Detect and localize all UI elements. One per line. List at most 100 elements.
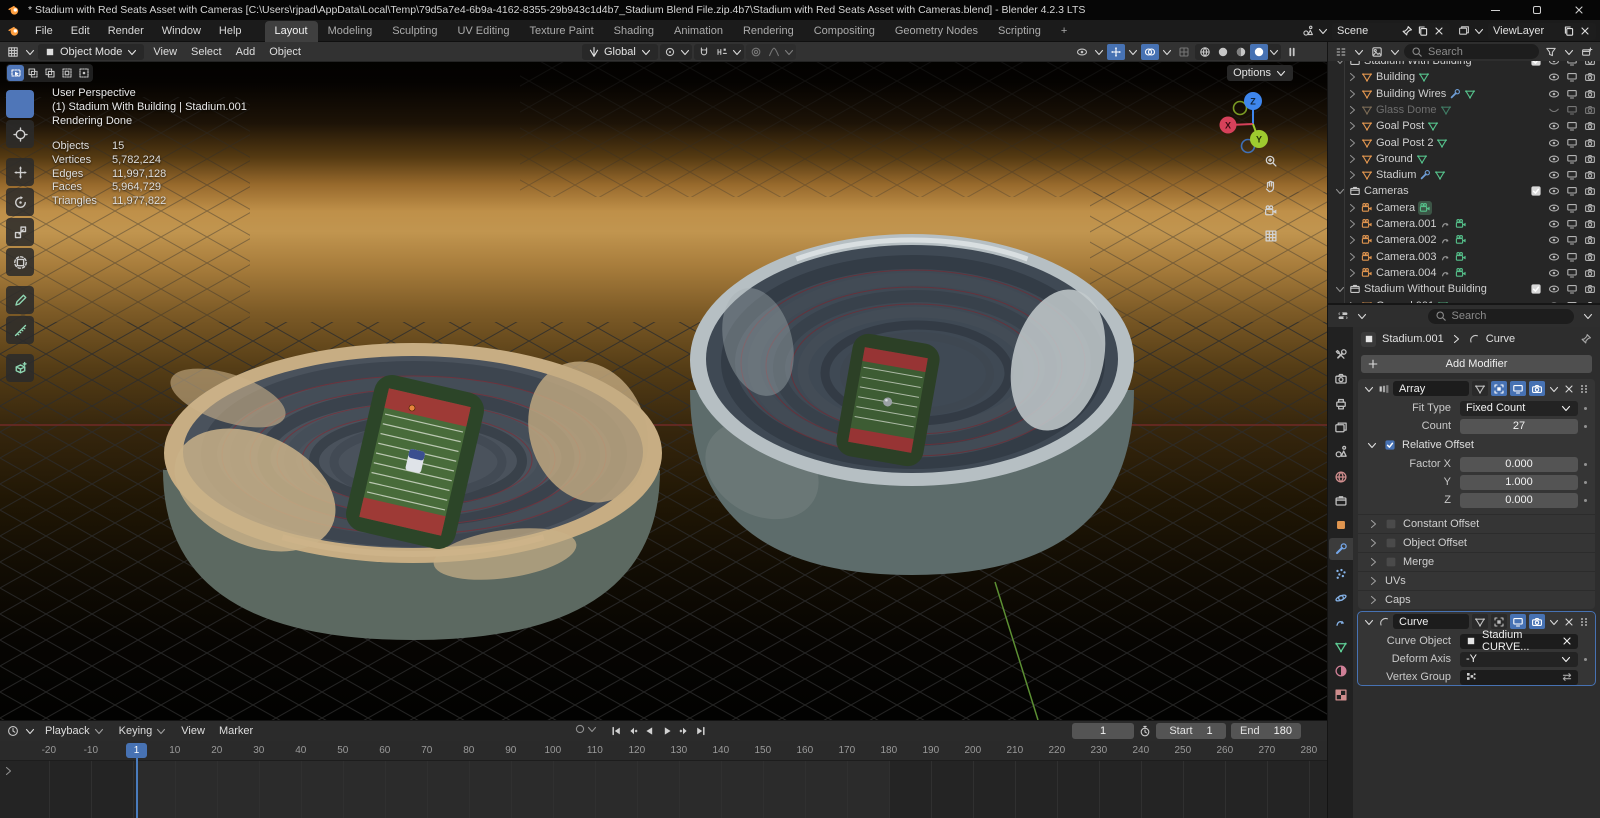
overlays-toggle[interactable] [1141, 44, 1159, 60]
camera-photo-icon[interactable] [1584, 88, 1596, 100]
curve-object-field[interactable]: Stadium CURVE... [1460, 629, 1578, 653]
frame-end-field[interactable]: End 180 [1231, 723, 1301, 739]
viewport-grid-button[interactable] [1264, 229, 1278, 243]
outliner-row-stadium-with-building[interactable]: Stadium With Building [1328, 61, 1600, 69]
factor-y-field[interactable]: 1.000 [1460, 474, 1578, 490]
timeline-menu-marker[interactable]: Marker [212, 723, 260, 739]
workspace-tab-+[interactable]: + [1051, 21, 1077, 42]
properties-tab-scene[interactable] [1329, 441, 1353, 463]
properties-tab-printer[interactable] [1329, 393, 1353, 415]
timeline-editor-type-icon[interactable] [4, 723, 22, 739]
viewport-menu-object[interactable]: Object [262, 44, 308, 60]
show-render-toggle[interactable] [1529, 381, 1545, 396]
workspace-tab-rendering[interactable]: Rendering [733, 21, 804, 42]
outliner-row-ground[interactable]: Ground [1328, 151, 1600, 167]
breadcrumb-data[interactable]: Curve [1486, 333, 1515, 345]
timeline-menu-playback[interactable]: Playback [38, 723, 112, 739]
jump-start-button[interactable] [608, 723, 624, 739]
monitor-icon[interactable] [1566, 120, 1578, 132]
outliner-row-camera-003[interactable]: Camera.003 [1328, 249, 1600, 265]
viewport-menu-view[interactable]: View [146, 44, 184, 60]
camera-photo-icon[interactable] [1584, 61, 1596, 67]
play-button[interactable] [659, 723, 675, 739]
timeline-ruler[interactable]: -20 -10 10 20 30 40 50 60 70 80 90 100 110 120 130 140 1… [0, 741, 1327, 761]
count-field[interactable]: 27 [1460, 418, 1578, 434]
outliner-row-goal-post[interactable]: Goal Post [1328, 118, 1600, 134]
edit-mode-toggle[interactable] [1472, 381, 1488, 396]
select-mode-new[interactable] [7, 65, 24, 81]
show-viewport-toggle[interactable] [1510, 381, 1526, 396]
workspace-tab-shading[interactable]: Shading [604, 21, 664, 42]
monitor-icon[interactable] [1566, 251, 1578, 263]
camera-photo-icon[interactable] [1584, 283, 1596, 295]
properties-tab-wrench[interactable] [1329, 538, 1353, 561]
mode-dropdown[interactable]: Object Mode [38, 43, 145, 60]
eye-icon[interactable] [1548, 202, 1560, 214]
properties-tab-tool[interactable] [1329, 344, 1353, 366]
eye-icon[interactable] [1548, 218, 1560, 230]
properties-tab-material[interactable] [1329, 660, 1353, 682]
eye-icon[interactable] [1548, 267, 1560, 279]
properties-tab-texture[interactable] [1329, 684, 1353, 706]
subpanel-object-offset[interactable]: Object Offset [1358, 533, 1595, 552]
monitor-icon[interactable] [1566, 185, 1578, 197]
snap-controls[interactable] [693, 43, 744, 60]
editor-type-icon[interactable] [4, 44, 22, 60]
camera-photo-icon[interactable] [1584, 71, 1596, 83]
eye-icon[interactable] [1548, 137, 1560, 149]
gizmos-toggle[interactable] [1107, 44, 1125, 60]
outliner-row-building-wires[interactable]: Building Wires [1328, 86, 1600, 102]
proportional-editing[interactable] [745, 43, 796, 60]
workspace-tab-animation[interactable]: Animation [664, 21, 733, 42]
outliner-filter-mode-icon[interactable] [1368, 44, 1386, 60]
outliner-display-mode-icon[interactable] [1332, 44, 1350, 60]
properties-tab-render[interactable] [1329, 368, 1353, 390]
outliner-row-ground-001[interactable]: Ground.001 [1328, 298, 1600, 304]
camera-photo-icon[interactable] [1584, 153, 1596, 165]
tool-add-cube[interactable] [6, 354, 34, 382]
factor-x-field[interactable]: 0.000 [1460, 456, 1578, 472]
select-mode-subtract[interactable] [41, 65, 58, 81]
properties-tab-object[interactable] [1329, 514, 1353, 536]
vertex-group-field[interactable] [1460, 669, 1578, 685]
object-icon[interactable] [1361, 331, 1376, 347]
timeline-channels[interactable] [0, 761, 1327, 818]
funnel-filter-icon[interactable] [1542, 44, 1560, 60]
eye-icon[interactable] [1548, 153, 1560, 165]
camera-photo-icon[interactable] [1584, 251, 1596, 263]
outliner-row-goal-post-2[interactable]: Goal Post 2 [1328, 135, 1600, 151]
viewport-menu-select[interactable]: Select [184, 44, 229, 60]
timeline-editor[interactable]: Playback Keying View Marker 1 Start 1 End 180… [0, 720, 1327, 818]
navigation-gizmo[interactable]: Z X Y [1219, 90, 1287, 158]
eye-icon[interactable] [1548, 185, 1560, 197]
frame-start-field[interactable]: Start 1 [1156, 723, 1226, 739]
tool-scale[interactable] [6, 218, 34, 246]
workspace-tab-modeling[interactable]: Modeling [318, 21, 383, 42]
monitor-icon[interactable] [1566, 300, 1578, 304]
viewport-menu-add[interactable]: Add [229, 44, 263, 60]
subpanel-merge[interactable]: Merge [1358, 552, 1595, 571]
shading-modes[interactable] [1195, 44, 1281, 60]
tool-annotate[interactable] [6, 286, 34, 314]
properties-tab-mesh[interactable] [1329, 636, 1353, 658]
modifier-name-field[interactable]: Array [1393, 381, 1469, 396]
eye-icon[interactable] [1548, 88, 1560, 100]
breadcrumb-object[interactable]: Stadium.001 [1382, 333, 1444, 345]
outliner-editor[interactable]: Search Stadium With Building Building Buil… [1328, 42, 1600, 305]
eye-icon[interactable] [1548, 71, 1560, 83]
camera-photo-icon[interactable] [1584, 104, 1596, 116]
properties-editor[interactable]: Search Stadium.001 Curve Add Modifier Ar… [1328, 305, 1600, 818]
outliner-row-stadium[interactable]: Stadium [1328, 167, 1600, 183]
on-cage-toggle[interactable] [1491, 614, 1507, 629]
menu-window[interactable]: Window [153, 22, 210, 40]
playhead-line[interactable] [136, 758, 138, 818]
monitor-icon[interactable] [1566, 234, 1578, 246]
properties-editor-type-icon[interactable] [1334, 308, 1352, 324]
subpanel-uvs[interactable]: UVs [1358, 571, 1595, 590]
select-mode-difference[interactable] [58, 65, 75, 81]
camera-photo-icon[interactable] [1584, 120, 1596, 132]
factor-z-field[interactable]: 0.000 [1460, 492, 1578, 508]
eye-icon[interactable] [1548, 120, 1560, 132]
outliner-row-camera[interactable]: Camera [1328, 200, 1600, 216]
viewport-camera-obj-button[interactable] [1264, 204, 1278, 218]
